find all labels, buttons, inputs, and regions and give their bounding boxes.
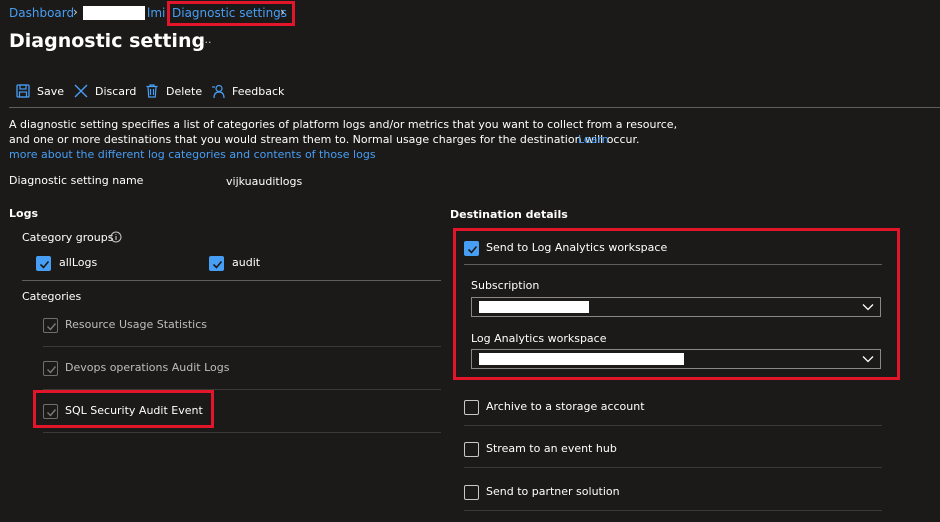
redacted-resource-name	[83, 6, 145, 20]
breadcrumb-resource-link[interactable]: lmi	[147, 6, 165, 20]
archive-storage-label: Archive to a storage account	[486, 400, 645, 413]
archive-storage-checkbox[interactable]	[464, 400, 479, 415]
feedback-icon	[212, 84, 225, 99]
checkmark-icon	[47, 366, 57, 374]
toolbar-divider	[9, 107, 940, 108]
page-title: Diagnostic setting	[9, 30, 206, 52]
learn-more-link[interactable]: Learn	[578, 133, 609, 146]
learn-more-link-cont[interactable]: more about the different log categories …	[9, 148, 376, 161]
partner-solution-checkbox[interactable]	[464, 485, 479, 500]
divider	[43, 432, 441, 433]
event-hub-label: Stream to an event hub	[486, 442, 617, 455]
categories-label: Categories	[22, 290, 82, 303]
divider	[43, 346, 441, 347]
audit-checkbox[interactable]	[209, 256, 224, 271]
checkmark-icon	[47, 323, 57, 331]
breadcrumb-dashboard-link[interactable]: Dashboard	[9, 6, 74, 20]
category-groups-label: Category groups	[22, 231, 114, 244]
alllogs-label: allLogs	[59, 256, 98, 269]
divider	[464, 510, 882, 511]
highlight-breadcrumb	[167, 1, 295, 26]
divider	[464, 467, 882, 468]
divider	[22, 280, 441, 281]
chevron-right-icon: ›	[73, 5, 78, 19]
devops-audit-label: Devops operations Audit Logs	[65, 361, 230, 374]
close-icon	[74, 84, 88, 98]
trash-icon	[146, 84, 158, 98]
save-icon	[16, 84, 30, 98]
save-label: Save	[37, 85, 65, 98]
event-hub-checkbox[interactable]	[464, 442, 479, 457]
highlight-log-analytics	[453, 228, 900, 380]
logs-heading: Logs	[9, 207, 38, 220]
alllogs-checkbox[interactable]	[36, 256, 51, 271]
checkmark-icon	[39, 260, 50, 269]
feedback-label: Feedback	[232, 85, 285, 98]
partner-solution-label: Send to partner solution	[486, 485, 620, 498]
resource-usage-label: Resource Usage Statistics	[65, 318, 207, 331]
devops-audit-checkbox[interactable]	[43, 361, 58, 376]
resource-usage-checkbox[interactable]	[43, 318, 58, 333]
delete-label: Delete	[166, 85, 203, 98]
setting-name-value[interactable]: vijkuauditlogs	[226, 175, 302, 188]
divider	[464, 425, 882, 426]
discard-label: Discard	[95, 85, 137, 98]
checkmark-icon	[212, 260, 223, 269]
info-icon[interactable]	[110, 231, 122, 243]
destination-heading: Destination details	[450, 208, 568, 221]
description-line-2: and one or more destinations that you wo…	[9, 133, 640, 146]
audit-label: audit	[232, 256, 261, 269]
more-options-button[interactable]: ···	[201, 36, 212, 49]
highlight-sql-security	[33, 390, 214, 428]
setting-name-label: Diagnostic setting name	[9, 174, 144, 187]
description-line-1: A diagnostic setting specifies a list of…	[9, 118, 678, 131]
